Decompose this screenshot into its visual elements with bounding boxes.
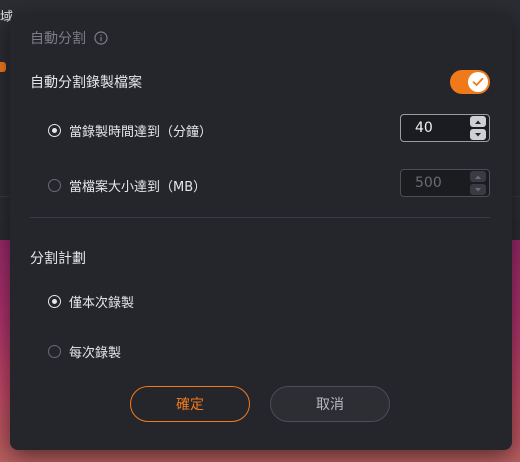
time-decrement-button[interactable] — [470, 129, 486, 140]
chevron-up-icon — [475, 175, 481, 179]
cancel-button[interactable]: 取消 — [270, 386, 390, 422]
chevron-up-icon — [475, 120, 481, 124]
auto-split-row: 自動分割錄製檔案 — [30, 68, 490, 96]
time-stepper-buttons — [470, 116, 486, 140]
time-stepper-value[interactable]: 40 — [401, 120, 470, 136]
chevron-down-icon — [475, 187, 481, 191]
plan-once-row[interactable]: 僅本次錄製 — [48, 292, 134, 311]
option-time-row[interactable]: 當錄製時間達到（分鐘） — [48, 121, 212, 140]
size-stepper-buttons — [470, 171, 486, 195]
dialog-header: 自動分割 — [30, 28, 108, 48]
option-time-radio[interactable] — [48, 124, 61, 137]
auto-split-toggle[interactable] — [450, 70, 490, 94]
size-stepper[interactable]: 500 — [400, 169, 490, 197]
time-stepper[interactable]: 40 — [400, 114, 490, 142]
option-size-row[interactable]: 當檔案大小達到（MB） — [48, 176, 206, 195]
option-size-radio[interactable] — [48, 179, 61, 192]
confirm-button[interactable]: 確定 — [130, 386, 250, 422]
dialog-title: 自動分割 — [30, 31, 86, 47]
plan-every-row[interactable]: 每次錄製 — [48, 342, 121, 361]
option-size-label: 當檔案大小達到（MB） — [69, 180, 207, 195]
chevron-down-icon — [475, 132, 481, 136]
background-indicator — [0, 62, 6, 72]
auto-split-dialog: 自動分割 自動分割錄製檔案 當錄製時間達到（分鐘） 40 當檔案大小達到（MB）… — [10, 14, 512, 450]
info-icon[interactable] — [94, 31, 108, 45]
plan-once-label: 僅本次錄製 — [69, 296, 135, 311]
plan-section-title: 分割計劃 — [30, 251, 86, 267]
plan-every-label: 每次錄製 — [69, 346, 122, 361]
check-icon — [472, 77, 484, 86]
size-decrement-button[interactable] — [470, 184, 486, 195]
time-increment-button[interactable] — [470, 116, 486, 127]
auto-split-label: 自動分割錄製檔案 — [30, 75, 142, 91]
plan-once-radio[interactable] — [48, 295, 61, 308]
plan-every-radio[interactable] — [48, 345, 61, 358]
toggle-knob — [468, 72, 488, 92]
option-time-label: 當錄製時間達到（分鐘） — [69, 125, 213, 140]
size-increment-button[interactable] — [470, 171, 486, 182]
section-divider — [30, 217, 490, 218]
size-stepper-value[interactable]: 500 — [401, 175, 470, 191]
